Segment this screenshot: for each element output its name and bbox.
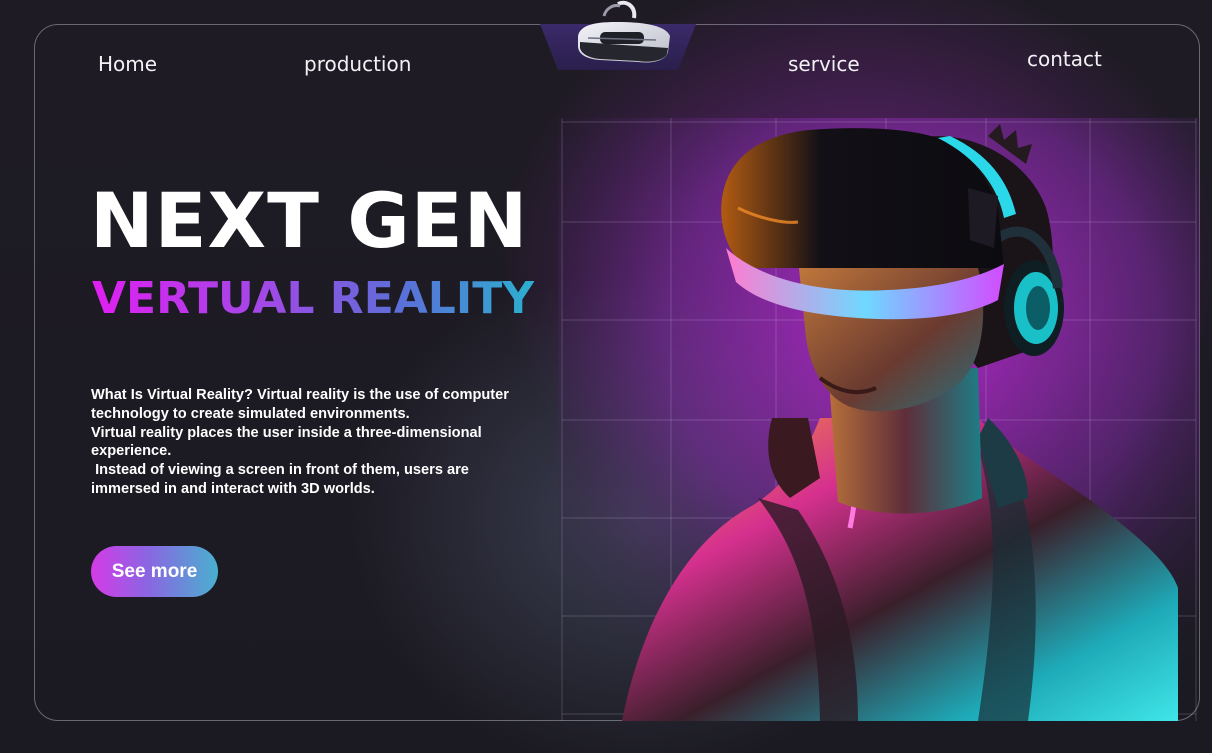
hero-subtitle: VERTUAL REALITY xyxy=(92,273,535,324)
nav-contact-link[interactable]: contact xyxy=(1027,47,1102,71)
description-line: What Is Virtual Reality? Virtual reality… xyxy=(91,387,509,422)
see-more-button[interactable]: See more xyxy=(91,546,218,597)
hero-title: NEXT GEN xyxy=(90,176,529,265)
description-line: Instead of viewing a screen in front of … xyxy=(91,462,473,497)
hero-description: What Is Virtual Reality? Virtual reality… xyxy=(91,386,541,499)
nav-service-link[interactable]: service xyxy=(788,52,860,76)
nav-production-link[interactable]: production xyxy=(304,52,411,76)
vr-headset-icon xyxy=(540,0,696,70)
logo[interactable] xyxy=(540,0,696,70)
description-line: Virtual reality places the user inside a… xyxy=(91,424,482,460)
nav-home-link[interactable]: Home xyxy=(98,52,157,76)
page: Home production service contact NEXT GEN… xyxy=(0,0,1212,753)
vr-person-illustration xyxy=(558,118,1200,721)
